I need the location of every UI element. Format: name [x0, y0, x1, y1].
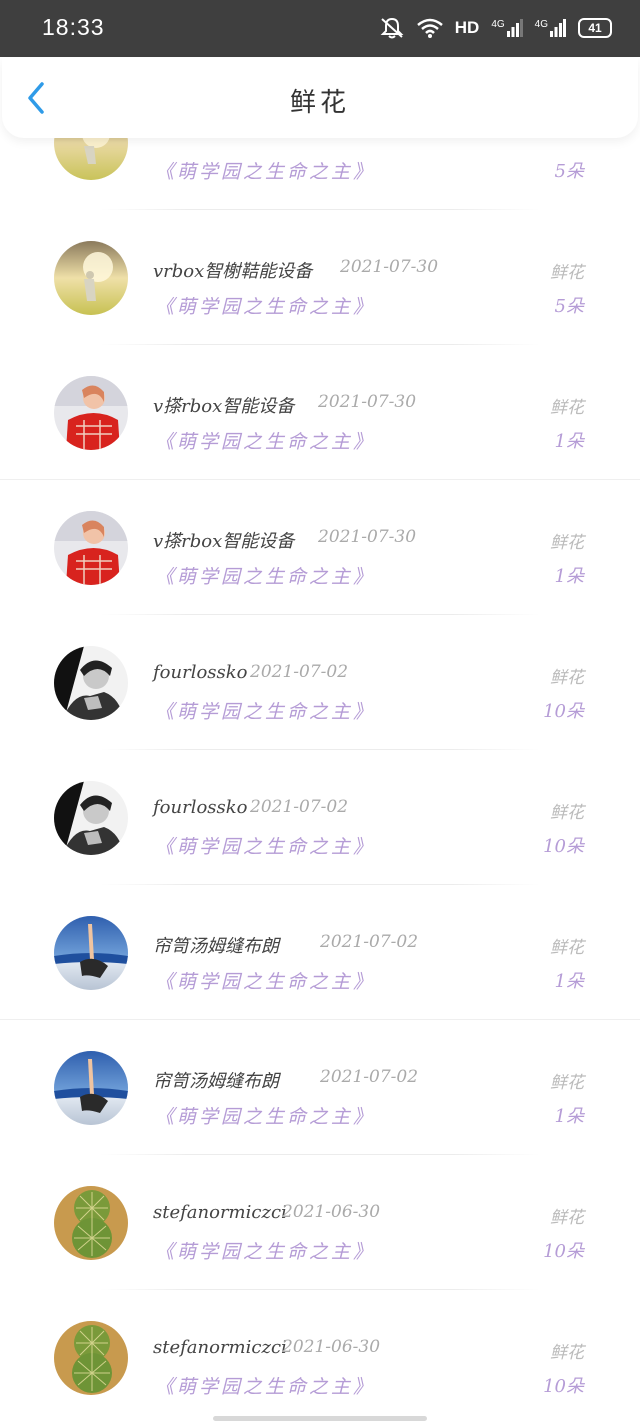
record-date: 2021-06-30	[282, 1337, 381, 1357]
list-item[interactable]: v搽rbox智能设备 2021-07-30 《萌学园之生命之主》 鲜花 1朵	[0, 345, 640, 480]
signal-label: 4G	[534, 19, 548, 30]
list-item[interactable]: fourlossko 2021-07-02 《萌学园之生命之主》 鲜花 10朵	[0, 750, 640, 885]
navigation-bar: 鲜花	[2, 58, 638, 138]
gift-type: 鲜花	[550, 938, 584, 958]
list-item[interactable]: v搽rbox智能设备 2021-07-30 《萌学园之生命之主》 鲜花 1朵	[0, 480, 640, 615]
record-date: 2021-07-02	[320, 1067, 419, 1087]
hd-label: HD	[454, 18, 480, 37]
signal-label: 4G	[491, 19, 505, 30]
signal-strength-icon: 4G	[535, 19, 566, 37]
source-title: 《萌学园之生命之主》	[155, 161, 376, 183]
record-date: 2021-07-30	[318, 527, 417, 547]
record-date: 2021-07-02	[320, 932, 419, 952]
gift-type: 鲜花	[550, 398, 584, 418]
gift-record-list[interactable]: 《萌学园之生命之主》 5朵 vrbox智榭鞊能设备 2021-07-30 《萌学…	[0, 0, 640, 1422]
gift-count: 1朵	[554, 971, 584, 992]
gift-type: 鲜花	[550, 1208, 584, 1228]
battery-icon: 41	[578, 18, 612, 38]
avatar[interactable]	[54, 1186, 128, 1260]
avatar[interactable]	[54, 511, 128, 585]
avatar[interactable]	[54, 781, 128, 855]
source-title: 《萌学园之生命之主》	[155, 566, 376, 588]
user-name: 帘笥汤姆缝布朗	[153, 936, 279, 957]
avatar[interactable]	[54, 241, 128, 315]
user-name: v搽rbox智能设备	[153, 531, 295, 552]
source-title: 《萌学园之生命之主》	[155, 1376, 376, 1398]
gift-count: 10朵	[543, 836, 584, 857]
gift-type: 鲜花	[550, 668, 584, 688]
gift-type: 鲜花	[550, 533, 584, 553]
list-item[interactable]: 帘笥汤姆缝布朗 2021-07-02 《萌学园之生命之主》 鲜花 1朵	[0, 1020, 640, 1155]
record-date: 2021-06-30	[282, 1202, 381, 1222]
status-time: 18:33	[42, 14, 105, 40]
gift-count: 5朵	[554, 296, 584, 317]
gift-type: 鲜花	[550, 1343, 584, 1363]
user-name: fourlossko	[153, 797, 248, 818]
status-icons: HD 4G 4G 41	[379, 15, 612, 41]
avatar[interactable]	[54, 646, 128, 720]
gift-count: 10朵	[543, 701, 584, 722]
gift-type: 鲜花	[550, 263, 584, 283]
gift-count: 10朵	[543, 1376, 584, 1397]
list-item[interactable]: stefanormiczci 2021-06-30 《萌学园之生命之主》 鲜花 …	[0, 1155, 640, 1290]
list-item[interactable]: fourlossko 2021-07-02 《萌学园之生命之主》 鲜花 10朵	[0, 615, 640, 750]
gift-count: 1朵	[554, 431, 584, 452]
gift-count: 5朵	[554, 161, 584, 182]
record-date: 2021-07-02	[250, 662, 349, 682]
mute-icon	[379, 17, 405, 39]
user-name: stefanormiczci	[153, 1202, 287, 1223]
source-title: 《萌学园之生命之主》	[155, 296, 376, 318]
source-title: 《萌学园之生命之主》	[155, 431, 376, 453]
source-title: 《萌学园之生命之主》	[155, 701, 376, 723]
gift-count: 10朵	[543, 1241, 584, 1262]
source-title: 《萌学园之生命之主》	[155, 1106, 376, 1128]
user-name: vrbox智榭鞊能设备	[153, 261, 313, 282]
record-date: 2021-07-30	[340, 257, 439, 277]
avatar[interactable]	[54, 916, 128, 990]
list-item[interactable]: stefanormiczci 2021-06-30 《萌学园之生命之主》 鲜花 …	[0, 1290, 640, 1425]
gift-count: 1朵	[554, 1106, 584, 1127]
user-name: v搽rbox智能设备	[153, 396, 295, 417]
user-name: 帘笥汤姆缝布朗	[153, 1071, 279, 1092]
list-item[interactable]: vrbox智榭鞊能设备 2021-07-30 《萌学园之生命之主》 鲜花 5朵	[0, 210, 640, 345]
gift-type: 鲜花	[550, 803, 584, 823]
avatar[interactable]	[54, 376, 128, 450]
source-title: 《萌学园之生命之主》	[155, 1241, 376, 1263]
source-title: 《萌学园之生命之主》	[155, 971, 376, 993]
avatar[interactable]	[54, 1051, 128, 1125]
user-name: fourlossko	[153, 662, 248, 683]
home-indicator[interactable]	[213, 1416, 427, 1421]
source-title: 《萌学园之生命之主》	[155, 836, 376, 858]
gift-count: 1朵	[554, 566, 584, 587]
status-bar: 18:33 HD 4G 4G 41	[0, 0, 640, 57]
list-item[interactable]: 帘笥汤姆缝布朗 2021-07-02 《萌学园之生命之主》 鲜花 1朵	[0, 885, 640, 1020]
avatar[interactable]	[54, 1321, 128, 1395]
wifi-icon	[416, 18, 443, 38]
user-name: stefanormiczci	[153, 1337, 287, 1358]
signal-strength-icon: 4G	[491, 19, 523, 37]
gift-type: 鲜花	[550, 1073, 584, 1093]
page-title: 鲜花	[289, 88, 350, 118]
record-date: 2021-07-02	[250, 797, 349, 817]
record-date: 2021-07-30	[318, 392, 417, 412]
